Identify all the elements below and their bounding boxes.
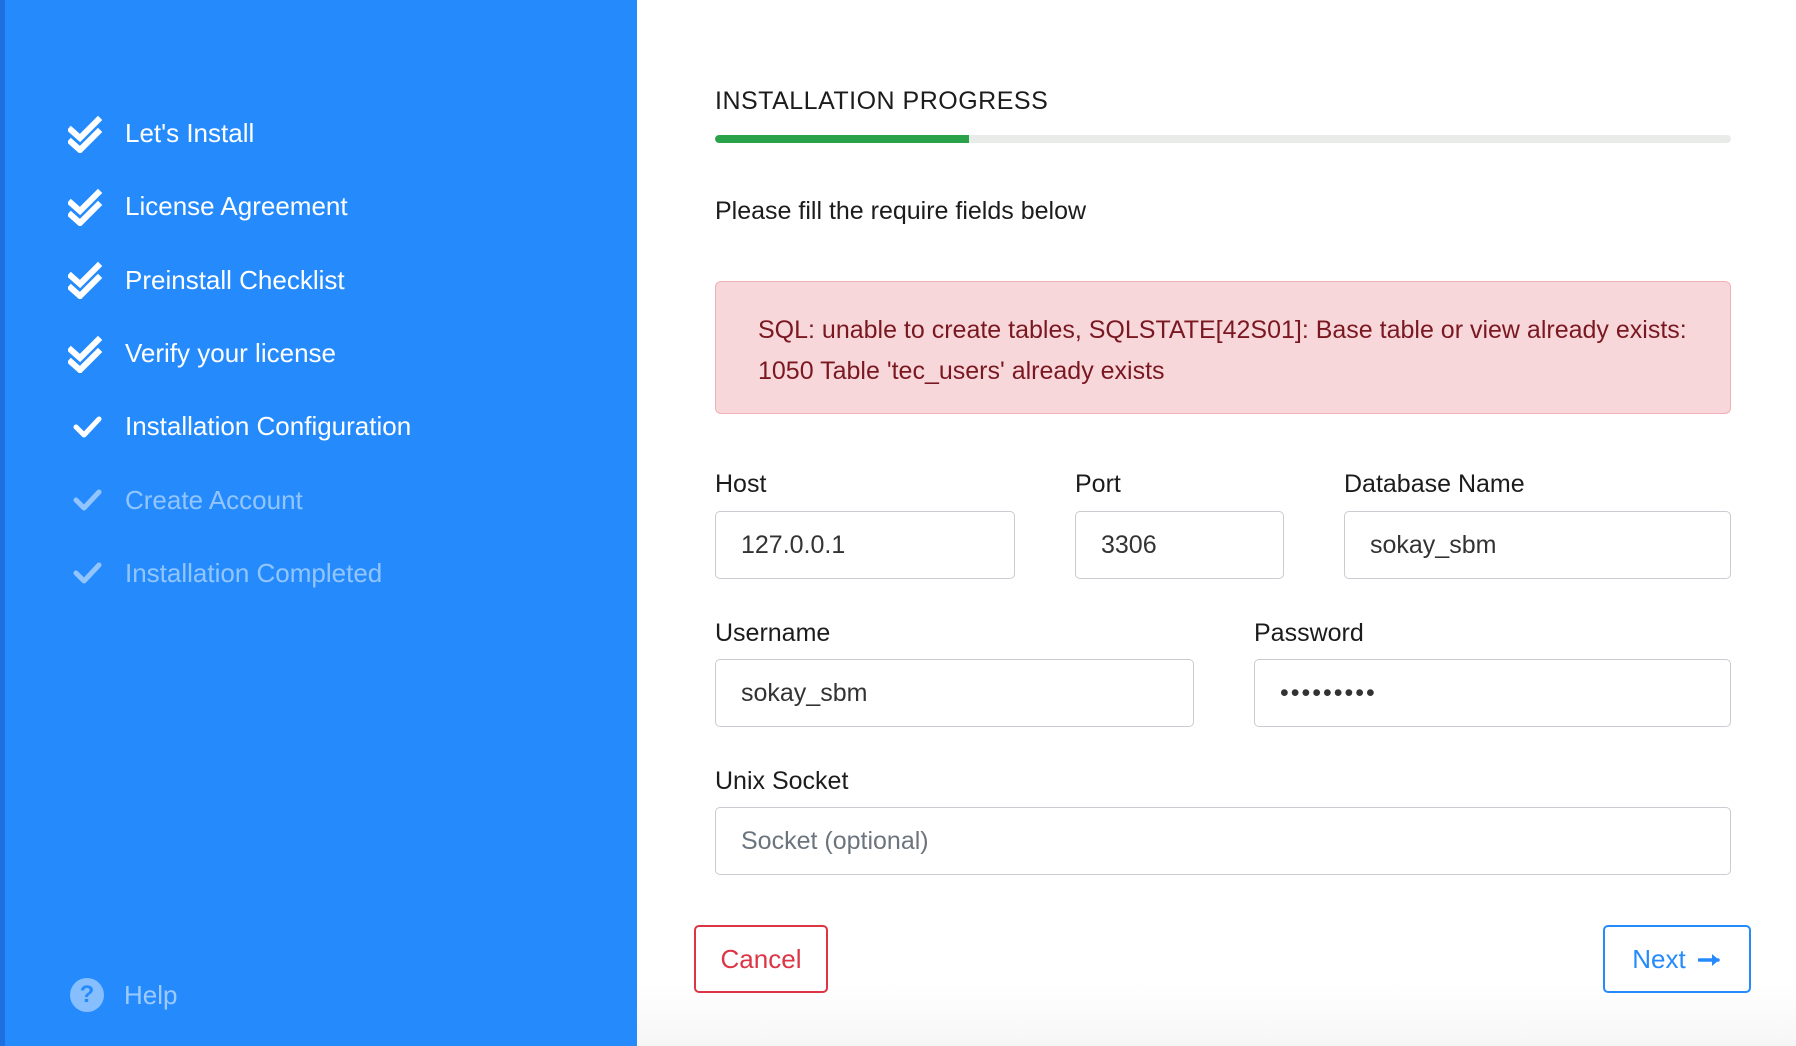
step-label: Preinstall Checklist	[125, 264, 345, 295]
next-button[interactable]: Next	[1603, 925, 1751, 993]
database-name-label: Database Name	[1344, 470, 1525, 498]
double-check-icon	[67, 187, 107, 227]
double-check-icon	[67, 260, 107, 300]
password-input[interactable]	[1254, 659, 1731, 727]
cancel-label: Cancel	[720, 943, 802, 974]
step-installation-configuration[interactable]: Installation Configuration	[67, 390, 411, 463]
username-input[interactable]	[715, 659, 1194, 727]
check-icon	[67, 553, 107, 593]
step-label: License Agreement	[125, 191, 348, 222]
username-label: Username	[715, 619, 831, 647]
step-lets-install[interactable]: Let's Install	[67, 97, 411, 170]
intro-text: Please fill the require fields below	[715, 197, 1087, 225]
progress-bar	[715, 135, 1731, 143]
port-label: Port	[1075, 470, 1121, 498]
host-label: Host	[715, 470, 767, 498]
progress-title: INSTALLATION PROGRESS	[715, 87, 1049, 115]
double-check-icon	[67, 334, 107, 374]
help-label: Help	[124, 979, 178, 1010]
step-license-agreement[interactable]: License Agreement	[67, 170, 411, 243]
steps-list: Let's Install License Agreement Preinsta…	[67, 97, 411, 610]
help-link[interactable]: ? Help	[67, 978, 177, 1012]
database-name-input[interactable]	[1344, 511, 1731, 579]
next-label: Next	[1632, 943, 1686, 974]
arrow-right-icon	[1696, 944, 1722, 975]
step-label: Installation Completed	[125, 557, 383, 588]
check-icon	[67, 407, 107, 447]
progress-bar-fill	[715, 135, 969, 143]
unix-socket-label: Unix Socket	[715, 767, 849, 795]
question-circle-icon: ?	[70, 978, 104, 1012]
unix-socket-input[interactable]	[715, 807, 1731, 875]
step-installation-completed[interactable]: Installation Completed	[67, 537, 411, 610]
password-label: Password	[1254, 619, 1364, 647]
step-preinstall-checklist[interactable]: Preinstall Checklist	[67, 244, 411, 317]
double-check-icon	[67, 114, 107, 154]
error-alert: SQL: unable to create tables, SQLSTATE[4…	[715, 281, 1731, 414]
host-input[interactable]	[715, 511, 1015, 579]
installer-window: Let's Install License Agreement Preinsta…	[0, 0, 1796, 1046]
step-label: Let's Install	[125, 118, 255, 149]
check-icon	[67, 480, 107, 520]
step-label: Verify your license	[125, 338, 336, 369]
cancel-button[interactable]: Cancel	[694, 925, 828, 993]
step-verify-license[interactable]: Verify your license	[67, 317, 411, 390]
step-label: Create Account	[125, 484, 303, 515]
step-label: Installation Configuration	[125, 411, 412, 442]
main-panel: INSTALLATION PROGRESS Please fill the re…	[637, 0, 1796, 1046]
port-input[interactable]	[1075, 511, 1284, 579]
sidebar: Let's Install License Agreement Preinsta…	[0, 0, 637, 1046]
step-create-account[interactable]: Create Account	[67, 463, 411, 536]
